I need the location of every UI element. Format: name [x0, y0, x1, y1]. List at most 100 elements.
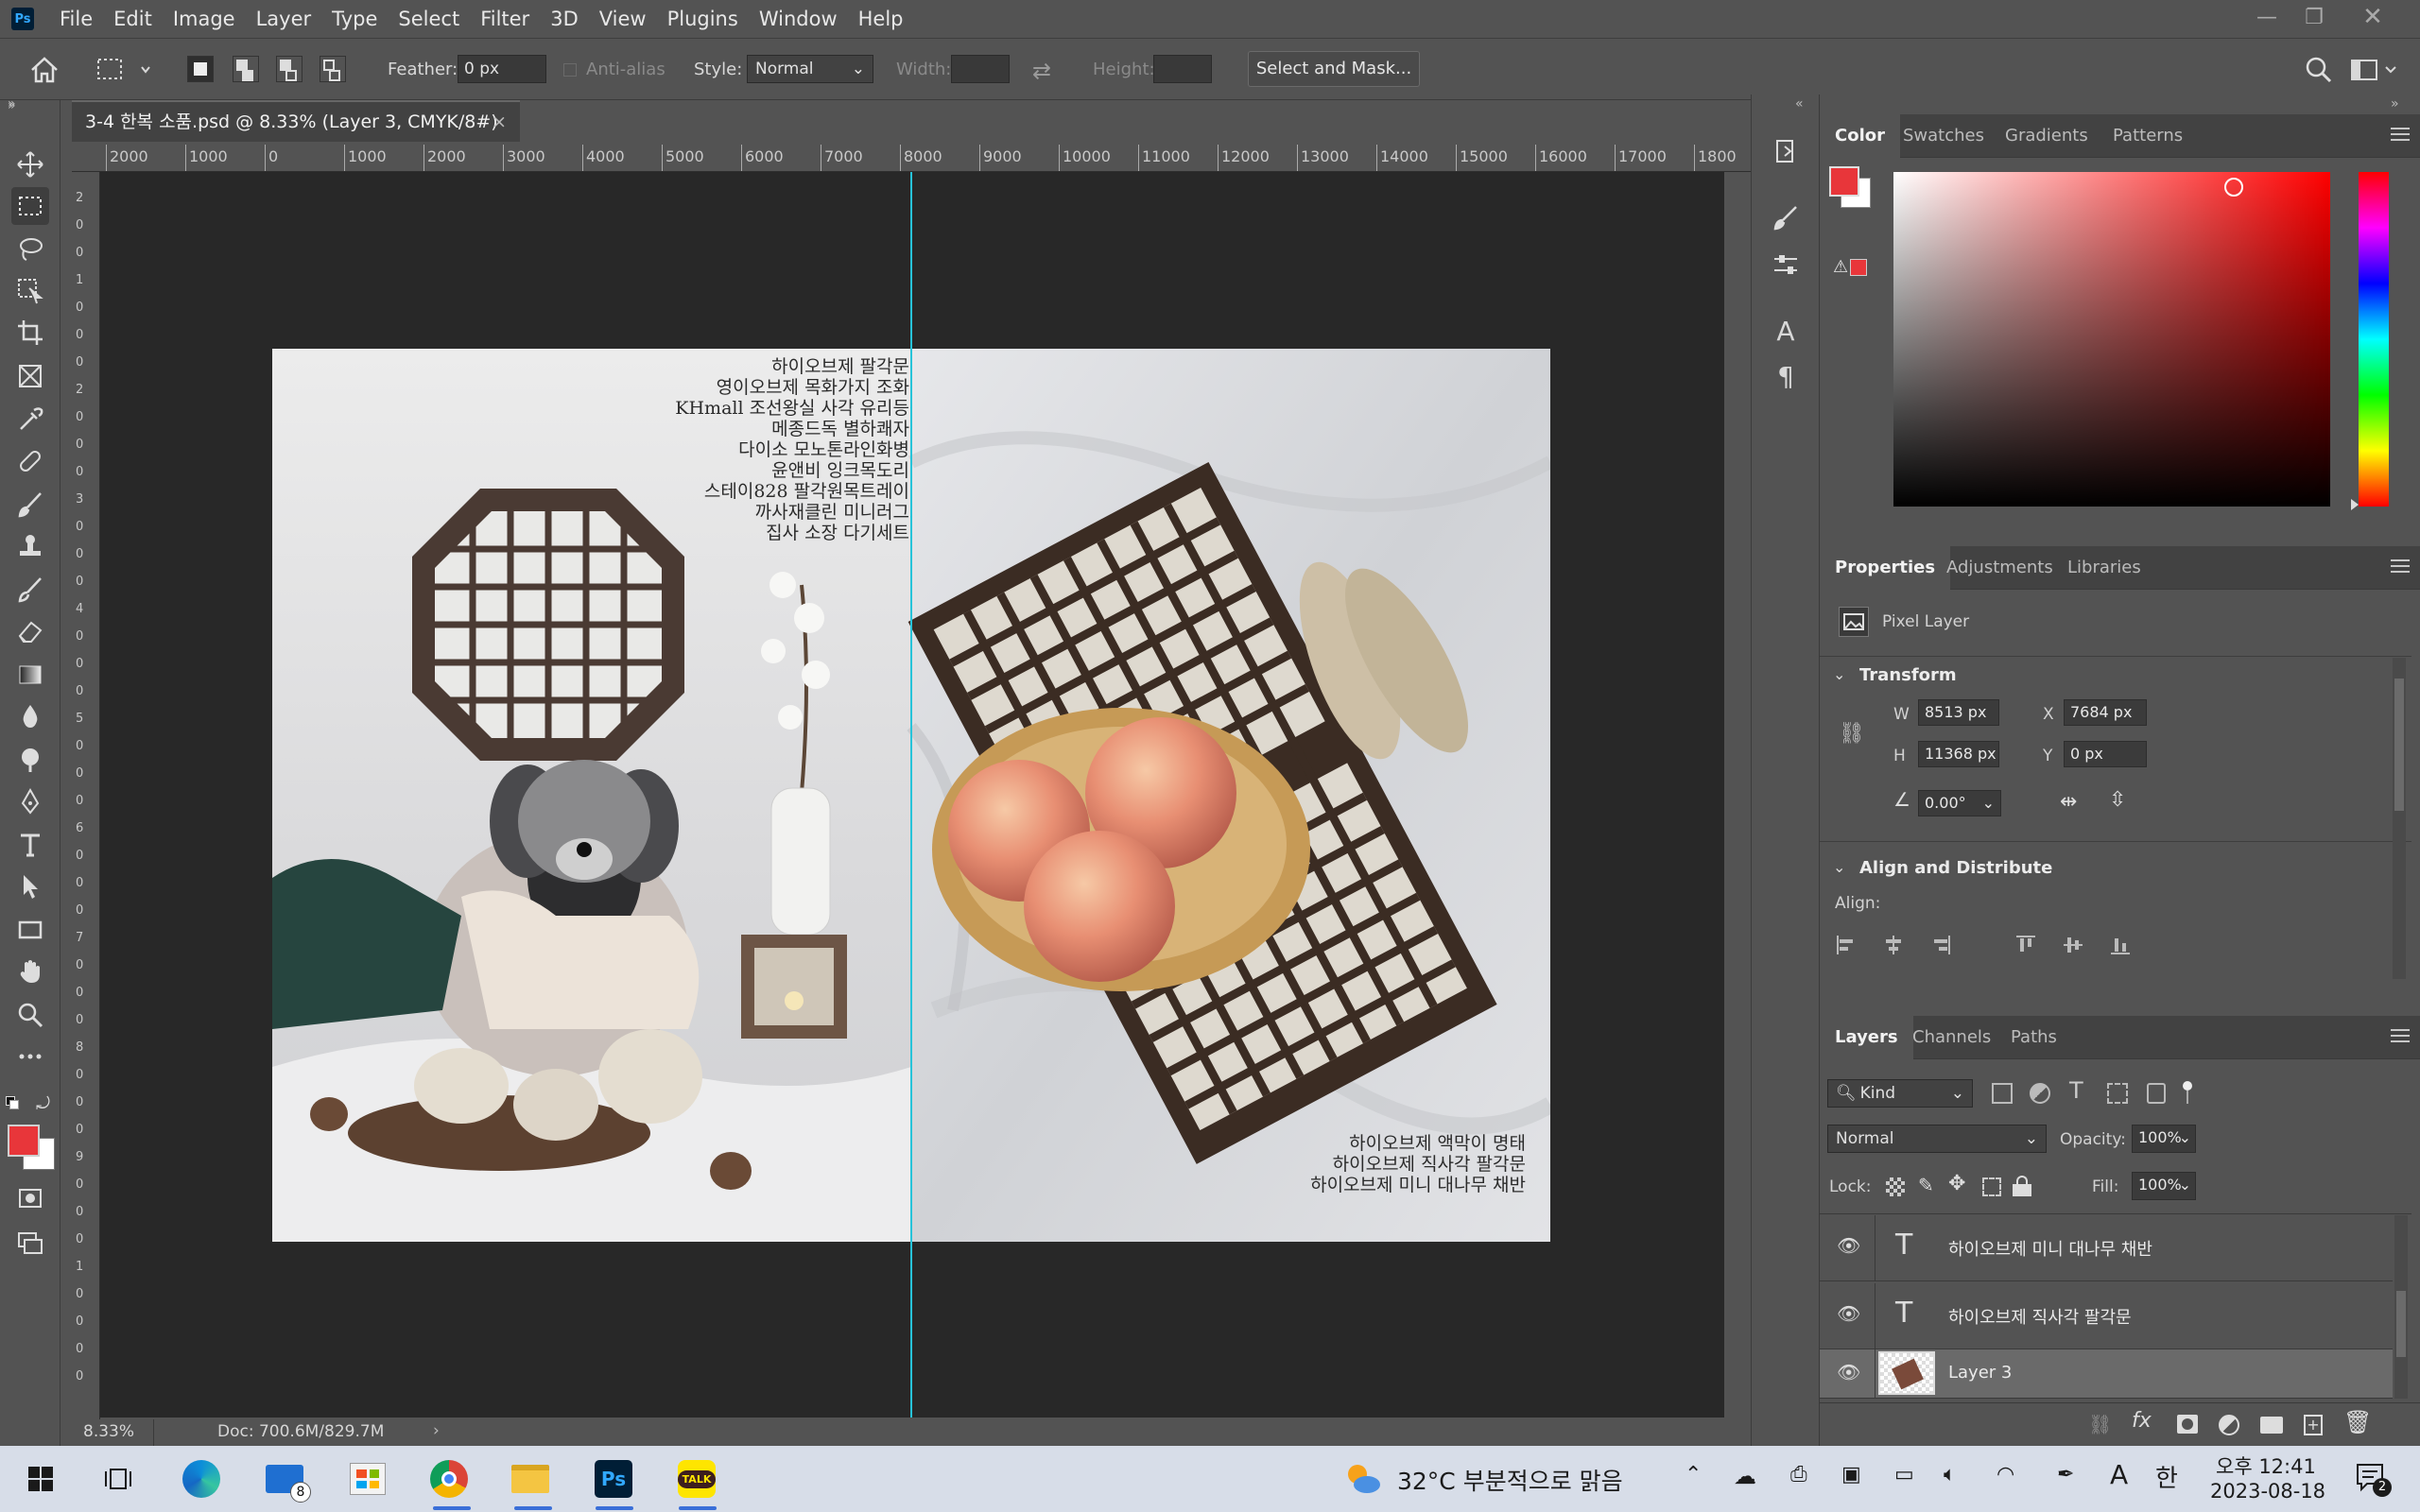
filter-adjustment-icon[interactable]	[2030, 1083, 2050, 1104]
gradient-tool-icon[interactable]	[11, 656, 49, 694]
home-icon[interactable]	[28, 54, 60, 90]
menu-layer[interactable]: Layer	[246, 0, 322, 38]
object-selection-tool-icon[interactable]	[11, 272, 49, 310]
eraser-tool-icon[interactable]	[11, 612, 49, 650]
align-bottom-icon[interactable]	[2109, 934, 2132, 960]
tab-swatches[interactable]: Swatches	[1888, 114, 1999, 158]
transform-chevron-icon[interactable]: ⌄	[1833, 665, 1845, 683]
fill-field[interactable]: 100% ⌄	[2132, 1172, 2196, 1200]
link-layers-icon[interactable]: ⛓	[2088, 1413, 2112, 1435]
guide-line[interactable]	[910, 172, 912, 1418]
visibility-eye-icon[interactable]: 👁︎	[1837, 1361, 1860, 1383]
rectangle-tool-icon[interactable]	[11, 911, 49, 949]
filter-toggle-icon[interactable]	[2183, 1081, 2192, 1106]
default-colors-icon[interactable]	[6, 1096, 19, 1109]
notification-center-icon[interactable]: 2	[2352, 1459, 2392, 1497]
style-select[interactable]: Normal ⌄	[747, 55, 873, 83]
layers-panel-menu-icon[interactable]	[2391, 1029, 2410, 1042]
display-icon[interactable]: ▣	[1841, 1463, 1861, 1486]
tab-patterns[interactable]: Patterns	[2098, 114, 2198, 158]
marquee-preset-icon[interactable]	[95, 54, 151, 90]
height-input[interactable]	[1153, 55, 1212, 83]
visibility-eye-icon[interactable]: 👁︎	[1837, 1234, 1860, 1257]
color-panel-menu-icon[interactable]	[2391, 128, 2410, 141]
layer-thumbnail[interactable]	[1878, 1351, 1935, 1395]
menu-select[interactable]: Select	[388, 0, 470, 38]
document-tab[interactable]: 3-4 한복 소품.psd @ 8.33% (Layer 3, CMYK/8#)…	[72, 100, 520, 142]
weather-text[interactable]: 32°C 부분적으로 맑음	[1397, 1463, 1623, 1497]
tab-libraries[interactable]: Libraries	[2052, 546, 2156, 590]
delete-layer-icon[interactable]: 🗑︎	[2343, 1409, 2372, 1435]
lock-artboard-icon[interactable]	[1982, 1177, 2001, 1196]
intersect-selection-icon[interactable]	[320, 56, 346, 82]
align-section-title[interactable]: Align and Distribute	[1859, 858, 2052, 878]
quick-mask-icon[interactable]	[11, 1179, 49, 1217]
history-brush-tool-icon[interactable]	[11, 571, 49, 609]
layer-filter-select[interactable]: 🔍︎ Kind ⌄	[1827, 1079, 1973, 1108]
menu-file[interactable]: File	[49, 0, 103, 38]
search-icon[interactable]	[2305, 56, 2333, 88]
filter-shape-icon[interactable]	[2107, 1083, 2128, 1104]
filter-smart-object-icon[interactable]	[2147, 1083, 2166, 1104]
edge-browser-icon[interactable]	[180, 1457, 223, 1501]
ime-korean-indicator[interactable]: 한	[2155, 1459, 2178, 1494]
pen-workspace-icon[interactable]: ✒	[2057, 1463, 2074, 1486]
close-window-icon[interactable]: ✕	[2344, 0, 2401, 34]
history-panel-icon[interactable]	[1767, 132, 1805, 170]
new-adjustment-layer-icon[interactable]	[2219, 1415, 2239, 1435]
align-right-icon[interactable]	[1929, 934, 1952, 960]
kakaotalk-icon[interactable]: TALK	[675, 1457, 718, 1501]
tab-gradients[interactable]: Gradients	[1990, 114, 2103, 158]
add-mask-icon[interactable]	[2177, 1415, 2198, 1434]
menu-image[interactable]: Image	[163, 0, 246, 38]
menu-window[interactable]: Window	[749, 0, 848, 38]
properties-scrollbar[interactable]	[2393, 658, 2406, 979]
menu-type[interactable]: Type	[321, 0, 388, 38]
move-tool-icon[interactable]	[11, 146, 49, 183]
layer-row-selected[interactable]: 👁︎ Layer 3	[1820, 1349, 2393, 1399]
lock-all-icon[interactable]	[2013, 1176, 2031, 1196]
flip-vertical-icon[interactable]: ⇳	[2109, 788, 2126, 812]
close-tab-icon[interactable]: ×	[492, 102, 507, 142]
menu-edit[interactable]: Edit	[103, 0, 163, 38]
new-selection-icon[interactable]	[187, 56, 214, 82]
color-field[interactable]	[1893, 172, 2330, 507]
align-chevron-icon[interactable]: ⌄	[1833, 858, 1845, 876]
subtract-selection-icon[interactable]	[276, 56, 302, 82]
volume-icon[interactable]: 🔈︎	[1944, 1463, 1956, 1486]
new-group-icon[interactable]	[2260, 1417, 2283, 1434]
vertical-ruler[interactable]: 2 0 0 1 0 0 0 2 0 0 0 3 0 0 0 4 0 0 0 5 0 0 0 6 0 0 0 7 0 0 0 8 0 0 0 9 0 0 0 1…	[72, 172, 100, 1419]
canvas-area[interactable]: 하이오브제 팔각문 영이오브제 목화가지 조화 KHmall 조선왕실 사각 유…	[100, 172, 1724, 1418]
rectangular-marquee-tool-icon[interactable]	[11, 187, 49, 225]
screen-mode-icon[interactable]	[11, 1225, 49, 1263]
new-layer-icon[interactable]: +	[2304, 1415, 2323, 1435]
link-icon[interactable]: ⛓	[1839, 722, 1865, 746]
color-picker-cursor[interactable]	[2224, 178, 2243, 197]
clock-date[interactable]: 2023-08-18	[2210, 1480, 2325, 1503]
layer-name[interactable]: Layer 3	[1948, 1363, 2012, 1383]
y-field[interactable]: 0 px	[2064, 741, 2147, 767]
x-field[interactable]: 7684 px	[2064, 699, 2147, 726]
mail-app-icon[interactable]: 8	[263, 1457, 311, 1503]
weather-icon[interactable]	[1342, 1459, 1384, 1501]
microsoft-store-icon[interactable]	[346, 1457, 389, 1501]
layer-name[interactable]: 하이오브제 미니 대나무 채반	[1948, 1236, 2152, 1261]
brush-tool-icon[interactable]	[11, 486, 49, 524]
horizontal-ruler[interactable]: 2000 1000 0 1000 2000 3000 4000 5000 6000 7000 800…	[72, 144, 1751, 172]
tray-overflow-icon[interactable]: ⌃	[1685, 1463, 1702, 1486]
photoshop-taskbar-icon[interactable]: Ps	[592, 1457, 635, 1501]
paragraph-panel-icon[interactable]: ¶	[1767, 357, 1805, 395]
swap-colors-icon[interactable]: ⤾	[36, 1094, 50, 1114]
lasso-tool-icon[interactable]	[11, 231, 49, 268]
windows-start-icon[interactable]	[19, 1457, 62, 1501]
lock-position-icon[interactable]: ✥	[1948, 1172, 1965, 1195]
hue-slider[interactable]	[2359, 172, 2389, 507]
pen-tool-icon[interactable]	[11, 782, 49, 820]
layer-style-icon[interactable]: fx	[2132, 1409, 2152, 1433]
layer-row[interactable]: 👁︎ T 하이오브제 직사각 팔각문	[1820, 1283, 2393, 1349]
width-input[interactable]	[951, 55, 1010, 83]
file-explorer-icon[interactable]	[509, 1457, 552, 1501]
character-panel-icon[interactable]: A	[1767, 312, 1805, 350]
menu-filter[interactable]: Filter	[470, 0, 540, 38]
filter-type-icon[interactable]: T	[2069, 1077, 2083, 1104]
